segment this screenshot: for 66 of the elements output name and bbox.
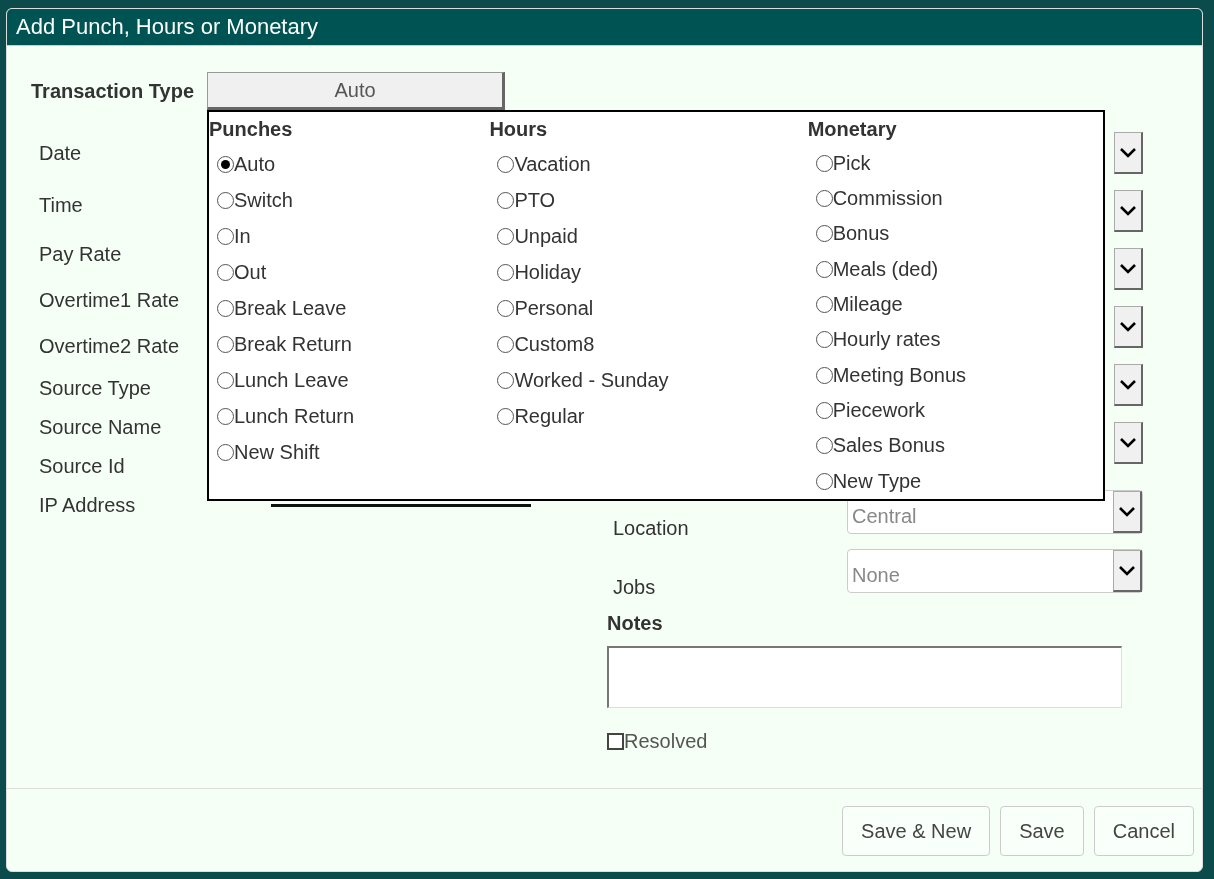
dropdown-arrow-button[interactable] (1114, 132, 1143, 174)
chevron-down-icon (1120, 263, 1136, 274)
notes-label: Notes (607, 612, 664, 635)
radio-label[interactable]: Vacation (514, 152, 591, 176)
field-label: Location (612, 517, 689, 540)
radio-label[interactable]: Meeting Bonus (832, 363, 967, 387)
radio-label[interactable]: Break Return (234, 332, 352, 356)
radio-label[interactable]: Lunch Return (234, 404, 355, 428)
radio-label[interactable]: Holiday (514, 260, 582, 284)
dropdown-arrow-button[interactable] (1114, 422, 1143, 464)
field-label: Overtime1 Rate (39, 288, 180, 312)
field-label: Pay Rate (39, 242, 122, 266)
radio-label[interactable]: Meals (ded) (832, 257, 939, 281)
chevron-down-icon (1120, 437, 1136, 448)
radio-label[interactable]: Auto (234, 152, 276, 176)
radio-label[interactable]: Pick (832, 151, 871, 175)
radio-label[interactable]: Lunch Leave (234, 368, 349, 392)
radio-label[interactable]: Worked - Sunday (514, 368, 669, 392)
resolved-checkbox[interactable] (607, 733, 624, 750)
field-label: Source Name (39, 416, 162, 439)
field-label: IP Address (39, 494, 136, 517)
transaction-type-button[interactable]: Auto (207, 72, 505, 110)
radio-label[interactable]: Custom8 (514, 332, 595, 356)
dropdown-arrow-button[interactable] (1114, 248, 1143, 290)
radio-label[interactable]: Mileage (832, 293, 903, 316)
window-title: Add Punch, Hours or Monetary (7, 9, 1202, 46)
field-label: Transaction Type (30, 79, 195, 103)
radio-label[interactable]: Unpaid (514, 224, 578, 248)
radio-label[interactable]: New Type (832, 469, 922, 493)
radio-label[interactable]: Commission (832, 186, 943, 210)
radio-label[interactable]: Break Leave (234, 296, 347, 320)
chevron-down-icon (1119, 565, 1135, 576)
radio-label[interactable]: Personal (514, 296, 594, 320)
field-label: Jobs (612, 576, 656, 599)
radio-label[interactable]: New Shift (234, 440, 320, 464)
dialog-button[interactable]: Cancel (1093, 806, 1194, 856)
radio-label[interactable]: Sales Bonus (832, 434, 945, 458)
dialog-button[interactable]: Save (1000, 806, 1084, 856)
chevron-down-icon (1119, 506, 1135, 517)
field-label: Time (39, 193, 83, 217)
menu-heading: Hours (489, 117, 549, 142)
radio-label[interactable]: Hourly rates (832, 328, 941, 352)
dropdown-arrow-button[interactable] (1114, 306, 1143, 348)
chevron-down-icon (1120, 205, 1136, 216)
field-label: Date (39, 141, 82, 165)
dropdown-field[interactable]: None (847, 549, 1143, 593)
radio-label[interactable]: Out (234, 260, 267, 284)
radio-label[interactable]: Switch (234, 188, 293, 212)
chevron-down-icon (1120, 321, 1136, 332)
radio-label[interactable]: Regular (514, 404, 585, 428)
menu-heading: Monetary (807, 116, 898, 142)
radio-label[interactable]: Bonus (832, 222, 890, 246)
dialog-button[interactable]: Save & New (842, 806, 991, 856)
dropdown-arrow-button[interactable] (1114, 190, 1143, 232)
field-label: Overtime2 Rate (39, 334, 180, 358)
radio-label[interactable]: PTO (514, 188, 556, 212)
radio-label[interactable]: Piecework (832, 399, 925, 423)
chevron-down-icon (1120, 147, 1136, 158)
field-label: Source Type (39, 377, 151, 400)
menu-heading: Punches (209, 117, 294, 142)
field-label: Source Id (39, 455, 125, 478)
chevron-down-icon (1120, 379, 1136, 390)
dropdown-arrow-button[interactable] (1114, 364, 1143, 406)
radio-label[interactable]: In (234, 224, 251, 248)
notes-field[interactable] (607, 646, 1122, 708)
checkbox-label: Resolved (624, 730, 708, 753)
